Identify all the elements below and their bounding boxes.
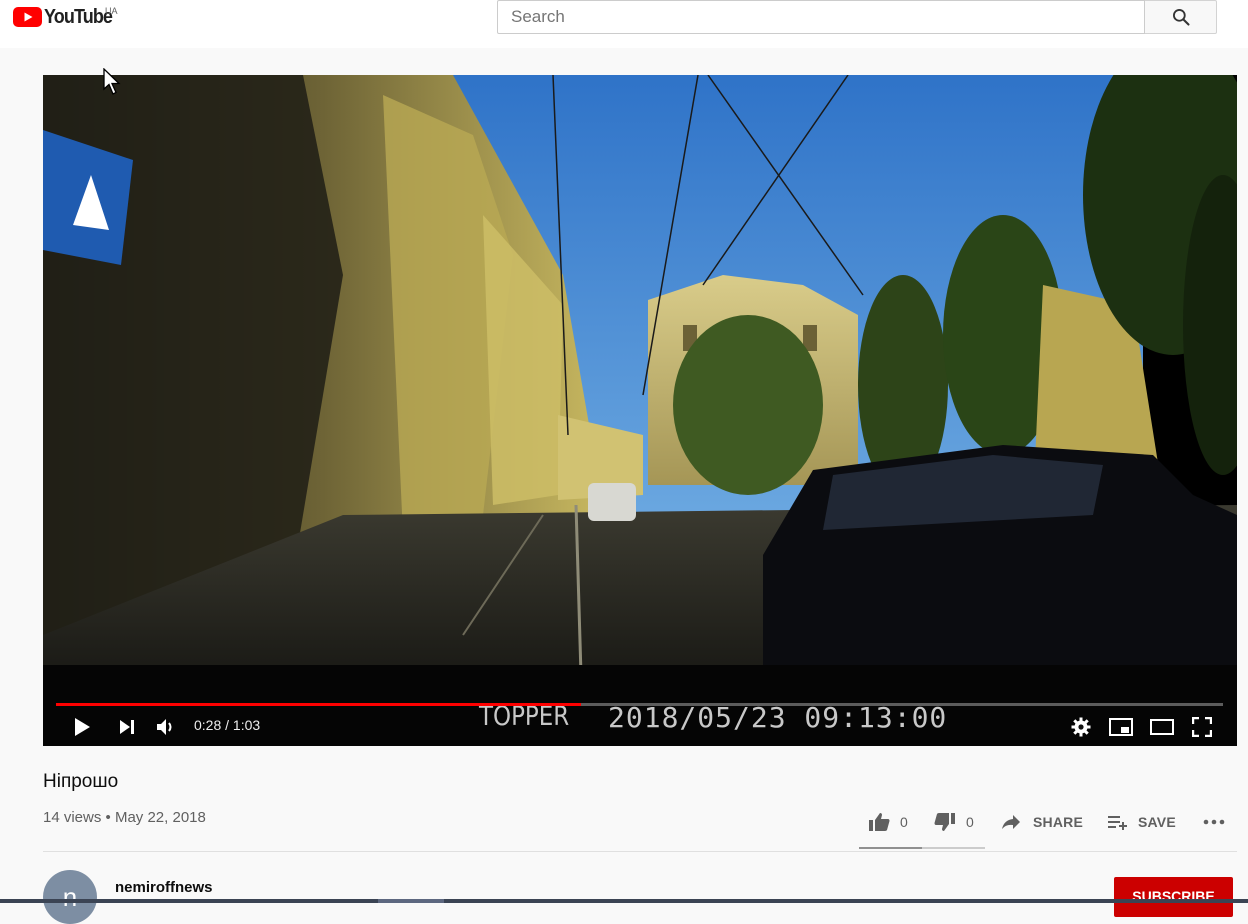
video-title: Нiпрошо [43, 771, 119, 792]
share-icon [1002, 815, 1020, 829]
divider [43, 851, 1237, 852]
progress-bar[interactable] [56, 703, 1223, 706]
volume-icon [157, 718, 172, 735]
play-icon [75, 717, 90, 736]
search-icon [1172, 9, 1190, 26]
subscribe-button[interactable]: SUBSCRIBE [1114, 877, 1233, 917]
time-display: 0:28 / 1:03 [194, 717, 261, 733]
share-button[interactable]: SHARE [1001, 808, 1083, 836]
more-actions-button[interactable] [1203, 808, 1225, 836]
search-button[interactable] [1145, 0, 1217, 34]
avatar-letter: n [62, 882, 78, 912]
more-icon [1203, 819, 1225, 825]
next-icon [120, 719, 134, 734]
taskbar [0, 899, 1248, 903]
like-count: 0 [900, 814, 908, 830]
play-button[interactable] [67, 707, 97, 746]
dislike-count: 0 [966, 814, 974, 830]
channel-avatar[interactable]: n [43, 870, 97, 924]
search-input[interactable] [497, 0, 1145, 34]
share-label: SHARE [1033, 814, 1084, 830]
search-bar [497, 0, 1217, 34]
logo-text: YouTube [44, 5, 113, 28]
youtube-logo[interactable]: YouTube [13, 5, 120, 29]
youtube-logo-icon [13, 7, 42, 27]
settings-icon [1071, 717, 1091, 736]
settings-button[interactable] [1066, 707, 1096, 746]
playlist-add-icon [1108, 816, 1127, 830]
sentiment-like-portion [859, 847, 922, 849]
fullscreen-icon [1192, 716, 1212, 737]
channel-name[interactable]: nemiroffnews [115, 879, 213, 896]
thumb-down-icon [934, 813, 955, 831]
video-frame [43, 75, 1237, 746]
next-button[interactable] [112, 707, 142, 746]
cursor-icon [103, 68, 121, 95]
save-label: SAVE [1138, 814, 1176, 830]
theater-mode-button[interactable] [1147, 707, 1177, 746]
sentiment-bar [859, 847, 985, 849]
region-code: UA [105, 6, 118, 16]
taskbar-item[interactable] [378, 899, 444, 903]
masthead: YouTube UA [0, 0, 1248, 48]
save-button[interactable]: SAVE [1108, 808, 1176, 836]
player-controls: 0:28 / 1:03 [43, 707, 1237, 746]
dislike-button[interactable]: 0 [934, 808, 974, 836]
video-player[interactable]: TOPPER 2018/05/23 09:13:00 0:28 / 1:03 [43, 75, 1237, 746]
fullscreen-button[interactable] [1187, 707, 1217, 746]
theater-icon [1150, 718, 1174, 735]
volume-button[interactable] [151, 707, 181, 746]
thumb-up-icon [869, 813, 890, 831]
miniplayer-button[interactable] [1106, 707, 1136, 746]
progress-played [56, 703, 582, 706]
video-meta: 14 views • May 22, 2018 [43, 809, 206, 826]
like-button[interactable]: 0 [868, 808, 908, 836]
miniplayer-icon [1109, 717, 1133, 736]
